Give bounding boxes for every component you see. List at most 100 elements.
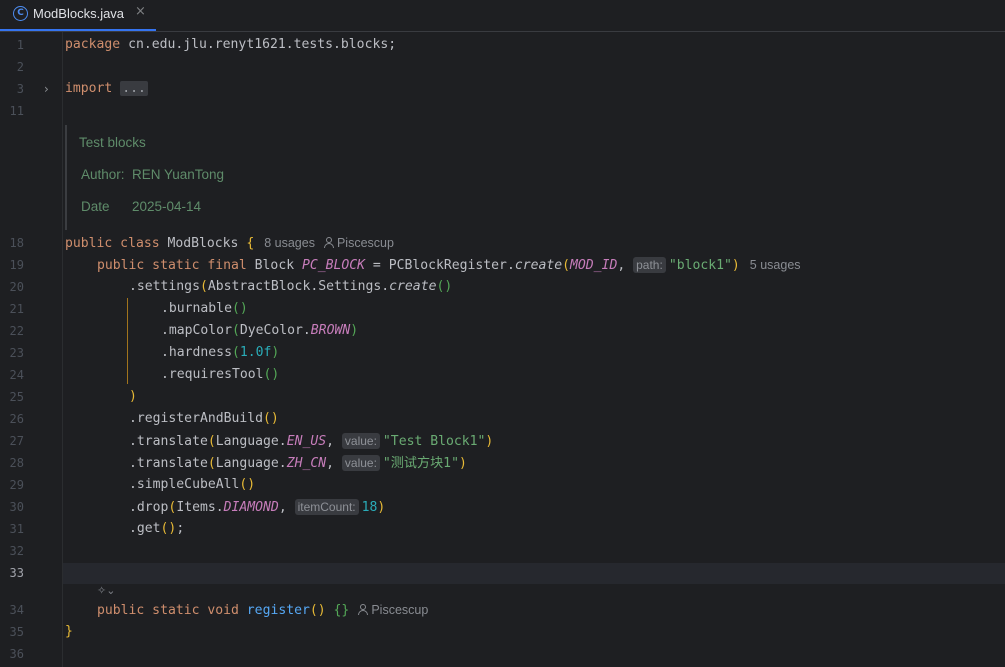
semicolon: ; [176,521,185,536]
class-name: ModBlocks [159,236,247,251]
package-name: cn.edu.jlu.renyt1621.tests.blocks; [120,37,397,52]
paren: ( [562,258,571,273]
close-icon[interactable]: × [135,4,146,19]
method-call: .translate [129,434,208,449]
code-line[interactable]: import ... [65,78,148,100]
method-call: .get [129,521,161,536]
line-number: 24 [9,368,24,382]
code-line[interactable]: public class ModBlocks {8 usages Piscescu… [65,232,394,254]
code-text: Language. [215,434,287,449]
comma: , [617,258,634,273]
paren: ( [199,279,208,294]
number-literal: 1.0f [239,345,272,360]
tab-label[interactable]: ModBlocks.java [33,6,124,21]
line-number: 18 [9,236,24,250]
parens: () [309,603,326,618]
constant-name: BROWN [310,323,351,338]
constant-name: MOD_ID [570,258,618,273]
code-text: DyeColor. [239,323,311,338]
method-call: .burnable [161,301,232,316]
line-number: 22 [9,324,24,338]
code-line[interactable]: .drop(Items.DIAMOND, itemCount: 18) [129,496,385,518]
paren: ( [231,323,240,338]
paren: ) [731,258,740,273]
code-line[interactable]: .get(); [129,518,184,540]
javadoc-date: 2025-04-14 [132,199,202,214]
parameter-hint: itemCount: [294,499,359,515]
static-method: create [389,279,437,294]
paren: ) [271,345,280,360]
code-line[interactable]: .translate(Language.EN_US, value: "Test B… [129,430,493,452]
line-number: 28 [9,456,24,470]
folded-imports[interactable]: ... [120,81,148,96]
paren: ( [207,456,216,471]
constant-name: PC_BLOCK [301,258,366,273]
code-line[interactable]: public static final Block PC_BLOCK = PCB… [97,254,801,276]
code-line[interactable]: .translate(Language.ZH_CN, value: "测试方块1"… [129,452,467,474]
comma: , [326,434,342,449]
line-number: 19 [9,258,24,272]
paren: ( [231,345,240,360]
method-call: .registerAndBuild [129,411,264,426]
code-text: = PCBlockRegister. [365,258,515,273]
string-literal: "block1" [668,258,732,273]
method-call: .hardness [161,345,232,360]
paren: ) [129,389,137,404]
line-number: 32 [9,544,24,558]
parameter-hint: path: [633,257,666,273]
constant-name: DIAMOND [223,500,279,515]
javadoc-author: REN YuanTong [132,167,225,182]
code-line[interactable]: public static void register() {} Piscescu… [97,599,428,621]
parens: () [239,477,256,492]
code-line[interactable]: .burnable() [161,298,248,320]
code-line[interactable]: package cn.edu.jlu.renyt1621.tests.block… [65,34,396,56]
code-line[interactable]: .simpleCubeAll() [129,474,255,496]
paren: ) [458,456,467,471]
keyword: import [65,81,113,96]
method-call: .simpleCubeAll [129,477,240,492]
parens: () [160,521,177,536]
current-line-highlight [63,563,1005,584]
method-body: {} [333,603,350,618]
method-name: register [246,603,310,618]
paren: ) [350,323,359,338]
usages-hint[interactable]: 8 usages [264,236,315,250]
keyword: public static void [97,603,239,618]
line-number: 30 [9,500,24,514]
javadoc-author-label: Author: [81,167,125,182]
keyword: public static final [97,258,247,273]
fold-expand-icon[interactable]: › [44,78,49,100]
parameter-hint: value: [341,433,380,449]
ai-assistant-icon[interactable]: ✧⌄ [97,584,115,597]
javadoc-date-label: Date [81,199,110,214]
rendered-javadoc[interactable]: Test blocks Author: REN YuanTong Date 20… [65,125,467,230]
parens: () [231,301,248,316]
code-text: AbstractBlock.Settings. [207,279,390,294]
author-hint[interactable]: Piscescup [371,603,428,617]
constant-name: EN_US [286,434,327,449]
code-line[interactable]: .registerAndBuild() [129,408,279,430]
java-class-icon: C [13,6,28,21]
number-literal: 18 [361,500,378,515]
method-call: .drop [129,500,169,515]
comma: , [326,456,342,471]
tab-modblocks-java[interactable]: C ModBlocks.java × [0,0,156,31]
line-number: 23 [9,346,24,360]
paren: ( [207,434,216,449]
string-literal: "Test Block1" [382,434,486,449]
code-line[interactable]: .hardness(1.0f) [161,342,279,364]
code-text: Language. [215,456,287,471]
author-hint[interactable]: Piscescup [337,236,394,250]
code-line[interactable]: } [65,621,73,643]
parens: () [263,411,279,426]
code-line[interactable]: ) [129,386,137,408]
method-call: .mapColor [161,323,232,338]
usages-hint[interactable]: 5 usages [750,258,801,272]
code-line[interactable]: .requiresTool() [161,364,279,386]
code-line[interactable]: .mapColor(DyeColor.BROWN) [161,320,358,342]
javadoc-title: Test blocks [79,135,146,150]
comma: , [278,500,295,515]
line-number: 27 [9,434,24,448]
line-number: 20 [9,280,24,294]
code-line[interactable]: .settings(AbstractBlock.Settings.create(… [129,276,452,298]
